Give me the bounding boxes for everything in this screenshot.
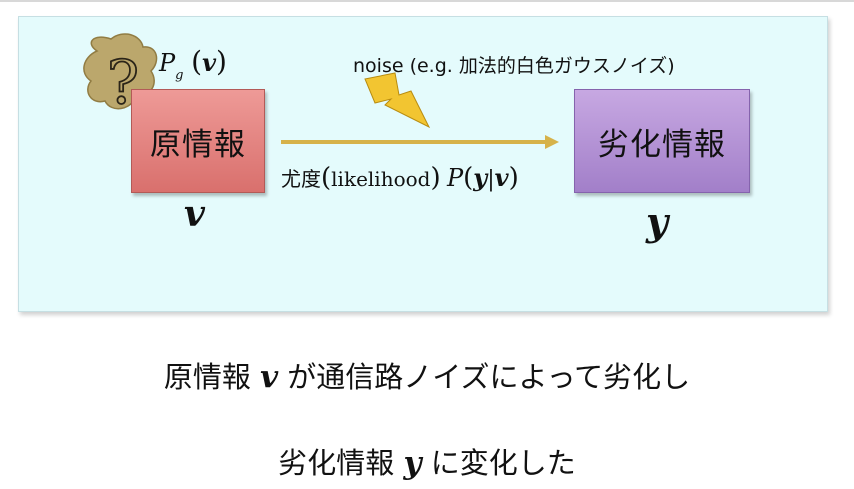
caption-line-1: 原情報 v が通信路ノイズによって劣化し bbox=[163, 359, 691, 395]
original-information-box: 原情報 bbox=[131, 89, 265, 193]
degraded-information-label: 劣化情報 bbox=[598, 126, 726, 163]
lightning-bolt-icon bbox=[364, 72, 431, 129]
caption-line-2: 劣化情報 y に変化した bbox=[278, 445, 576, 481]
prior-probability-label: Pg (v) bbox=[159, 45, 227, 83]
noise-label: noise (e.g. 加法的白色ガウスノイズ) bbox=[353, 55, 675, 77]
diagram-panel: ? Pg (v) noise (e.g. 加法的白色ガウスノイズ) 原情報 劣化… bbox=[18, 16, 828, 312]
degraded-information-box: 劣化情報 bbox=[574, 89, 750, 193]
variable-y: y bbox=[646, 199, 669, 244]
original-information-label: 原情報 bbox=[150, 126, 246, 163]
likelihood-label: 尤度(likelihood) P(y|v) bbox=[281, 163, 519, 193]
variable-v: v bbox=[184, 193, 205, 235]
likelihood-arrow bbox=[281, 135, 559, 149]
top-rule bbox=[0, 0, 854, 2]
